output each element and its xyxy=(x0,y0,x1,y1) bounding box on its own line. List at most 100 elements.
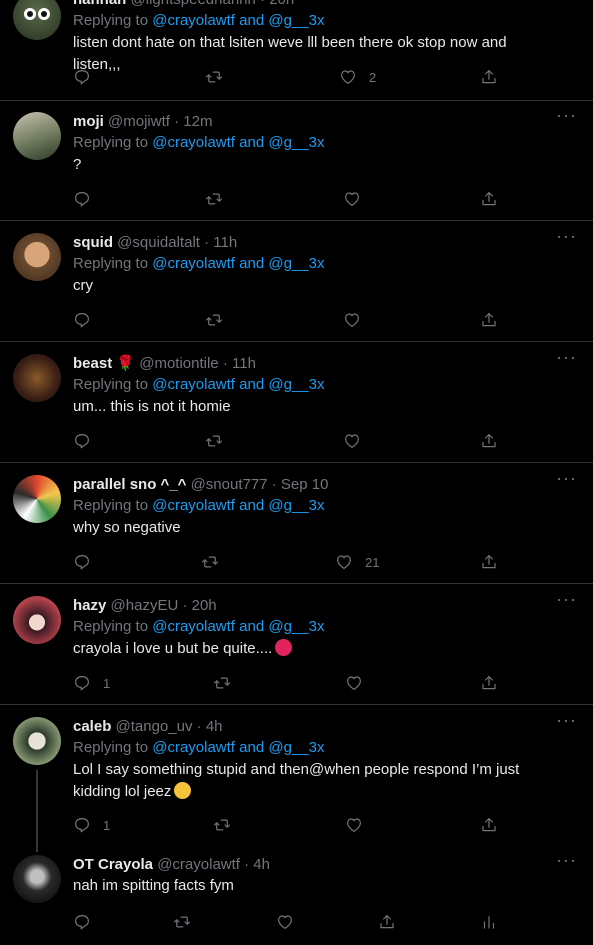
display-name[interactable]: beast xyxy=(73,355,112,372)
display-name[interactable]: caleb xyxy=(73,718,111,735)
tweet[interactable]: ··· squid @squidaltalt · 11h Replying to… xyxy=(0,221,593,342)
separator-dot: · xyxy=(174,113,180,130)
tweet[interactable]: ··· caleb @tango_uv · 4h Replying to @cr… xyxy=(0,705,593,845)
retweet-button[interactable] xyxy=(213,673,243,693)
retweet-button[interactable] xyxy=(213,815,243,835)
mention-link[interactable]: @crayolawtf xyxy=(152,255,235,272)
replying-to-label: Replying to xyxy=(73,12,149,29)
like-button[interactable] xyxy=(343,431,373,451)
avatar[interactable] xyxy=(13,717,61,765)
mention-link[interactable]: @g__3x xyxy=(268,739,324,756)
share-icon xyxy=(480,674,498,692)
reply-button[interactable] xyxy=(73,310,103,330)
reply-button[interactable] xyxy=(73,912,103,932)
user-handle[interactable]: @motiontile xyxy=(139,355,218,372)
like-button[interactable] xyxy=(343,189,373,209)
timestamp[interactable]: 11h xyxy=(232,355,256,372)
avatar[interactable] xyxy=(13,855,61,903)
user-handle[interactable]: @tango_uv xyxy=(116,718,193,735)
retweet-button[interactable] xyxy=(205,310,235,330)
mention-link[interactable]: @g__3x xyxy=(268,497,324,514)
tweet[interactable]: ··· beast 🌹 @motiontile · 11h Replying t… xyxy=(0,342,593,463)
avatar[interactable] xyxy=(13,112,61,160)
tweet[interactable]: hannah @lightspeedhannn · 20h Replying t… xyxy=(0,0,593,101)
like-button[interactable] xyxy=(345,673,375,693)
timestamp[interactable]: 11h xyxy=(213,234,237,251)
tweet[interactable]: ··· OT Crayola @crayolawtf · 4h nah im s… xyxy=(0,845,593,945)
timestamp[interactable]: 20h xyxy=(192,597,217,614)
more-icon[interactable]: ··· xyxy=(556,106,577,124)
tweet-header: beast 🌹 @motiontile · 11h xyxy=(73,354,553,374)
display-name[interactable]: OT Crayola xyxy=(73,856,153,873)
user-handle[interactable]: @snout777 xyxy=(191,476,268,493)
timestamp[interactable]: 4h xyxy=(253,856,270,873)
share-button[interactable] xyxy=(378,912,396,932)
share-icon xyxy=(378,913,396,931)
retweet-button[interactable] xyxy=(173,912,203,932)
tweet[interactable]: ··· parallel sno ^_^ @snout777 · Sep 10 … xyxy=(0,463,593,584)
mention-link[interactable]: @g__3x xyxy=(268,12,324,29)
retweet-button[interactable] xyxy=(205,431,235,451)
mention-link[interactable]: @g__3x xyxy=(268,618,324,635)
more-icon[interactable]: ··· xyxy=(556,348,577,366)
mention-link[interactable]: @crayolawtf xyxy=(152,618,235,635)
tweet-text: cry xyxy=(73,277,93,294)
share-button[interactable] xyxy=(480,673,498,693)
timestamp[interactable]: 20h xyxy=(269,0,294,8)
display-name[interactable]: hazy xyxy=(73,597,106,614)
mention-link[interactable]: @g__3x xyxy=(268,134,324,151)
retweet-button[interactable] xyxy=(205,189,235,209)
more-icon[interactable]: ··· xyxy=(556,590,577,608)
like-button[interactable] xyxy=(276,912,306,932)
share-button[interactable] xyxy=(480,431,498,451)
analytics-button[interactable] xyxy=(480,912,498,932)
timestamp[interactable]: 4h xyxy=(206,718,223,735)
reply-button[interactable] xyxy=(73,552,103,572)
reply-button[interactable] xyxy=(73,189,103,209)
mention-link[interactable]: @crayolawtf xyxy=(152,12,235,29)
display-name[interactable]: moji xyxy=(73,113,104,130)
avatar[interactable] xyxy=(13,475,61,523)
retweet-button[interactable] xyxy=(205,67,235,87)
mention-link[interactable]: @g__3x xyxy=(268,255,324,272)
display-name[interactable]: parallel sno ^_^ xyxy=(73,476,186,493)
tweet[interactable]: ··· moji @mojiwtf · 12m Replying to @cra… xyxy=(0,100,593,221)
mention-link[interactable]: @crayolawtf xyxy=(152,376,235,393)
reply-button[interactable]: 1 xyxy=(73,673,110,693)
avatar[interactable] xyxy=(13,354,61,402)
timestamp[interactable]: Sep 10 xyxy=(281,476,329,493)
tweet-header: caleb @tango_uv · 4h xyxy=(73,717,563,737)
reply-button[interactable] xyxy=(73,431,103,451)
retweet-button[interactable] xyxy=(201,552,231,572)
user-handle[interactable]: @squidaltalt xyxy=(117,234,200,251)
display-name[interactable]: squid xyxy=(73,234,113,251)
user-handle[interactable]: @mojiwtf xyxy=(108,113,170,130)
like-button[interactable]: 21 xyxy=(335,552,379,572)
mention-link[interactable]: @crayolawtf xyxy=(152,739,235,756)
more-icon[interactable]: ··· xyxy=(556,469,577,487)
mention-link[interactable]: @crayolawtf xyxy=(152,134,235,151)
share-button[interactable] xyxy=(480,815,498,835)
user-handle[interactable]: @crayolawtf xyxy=(157,856,240,873)
timestamp[interactable]: 12m xyxy=(183,113,212,130)
like-button[interactable] xyxy=(343,310,373,330)
mention-link[interactable]: @crayolawtf xyxy=(152,497,235,514)
mention-link[interactable]: @g__3x xyxy=(268,376,324,393)
avatar[interactable] xyxy=(13,0,61,40)
more-icon[interactable]: ··· xyxy=(556,851,577,869)
reply-button[interactable] xyxy=(73,67,103,87)
display-name[interactable]: hannah xyxy=(73,0,126,8)
avatar[interactable] xyxy=(13,233,61,281)
reply-button[interactable]: 1 xyxy=(73,815,110,835)
like-button[interactable] xyxy=(345,815,375,835)
share-button[interactable] xyxy=(480,189,498,209)
share-button[interactable] xyxy=(480,310,498,330)
user-handle[interactable]: @hazyEU xyxy=(111,597,179,614)
user-handle[interactable]: @lightspeedhannn xyxy=(131,0,256,8)
like-button[interactable]: 2 xyxy=(339,67,376,87)
tweet[interactable]: ··· hazy @hazyEU · 20h Replying to @cray… xyxy=(0,584,593,705)
avatar[interactable] xyxy=(13,596,61,644)
more-icon[interactable]: ··· xyxy=(556,227,577,245)
share-button[interactable] xyxy=(480,552,498,572)
share-button[interactable] xyxy=(480,67,498,87)
